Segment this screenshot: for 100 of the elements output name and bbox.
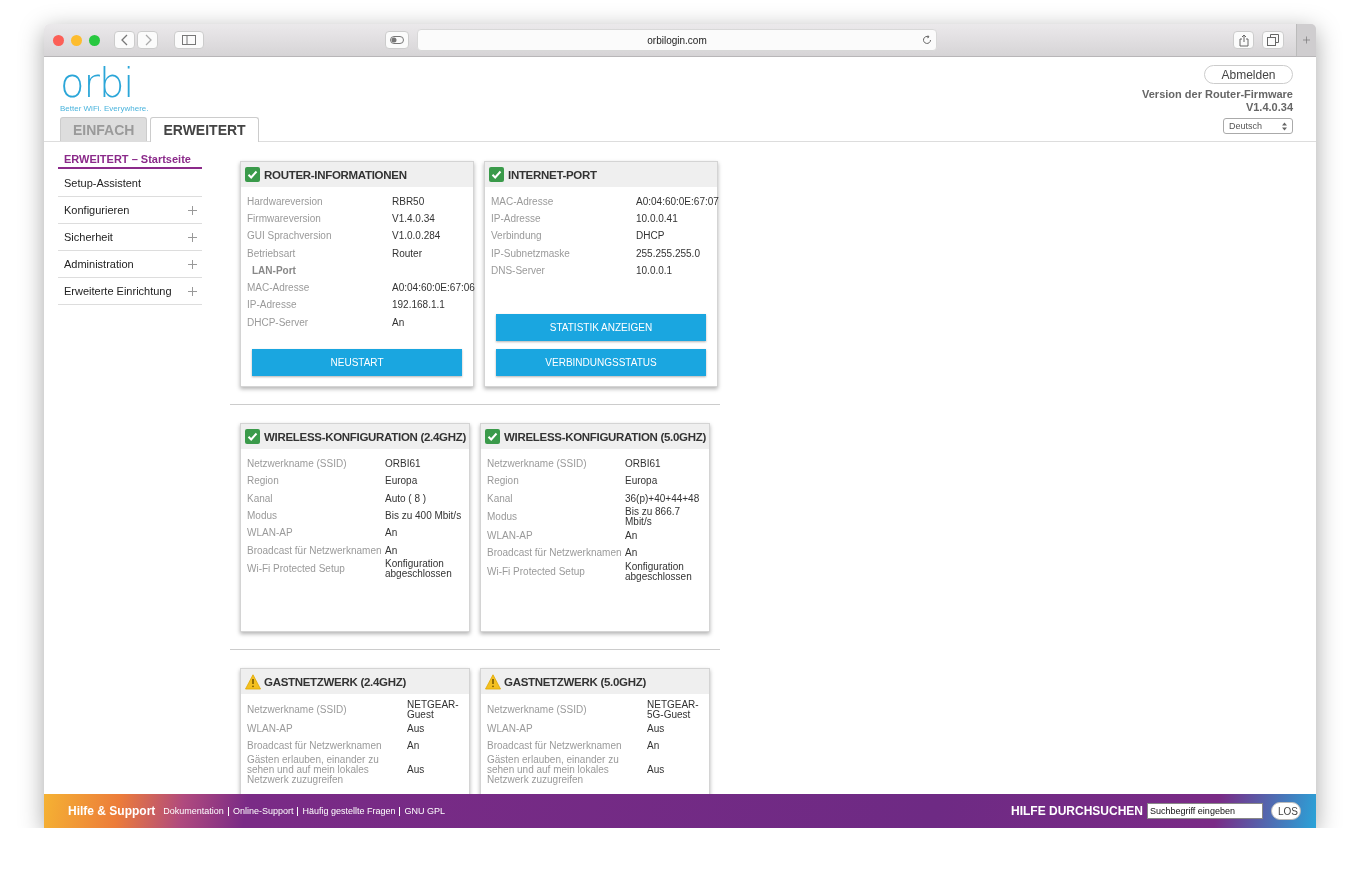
footer-link[interactable]: Online-Support <box>232 806 294 816</box>
footer-link[interactable]: Häufig gestellte Fragen <box>302 806 396 816</box>
chevron-right-icon <box>143 34 152 46</box>
stepper-arrows-icon <box>1282 121 1287 131</box>
tabs-button[interactable] <box>1262 31 1284 49</box>
reload-icon[interactable] <box>922 35 932 45</box>
sidebar-item[interactable]: Konfigurieren <box>58 197 202 224</box>
field-label: MAC-Adresse <box>247 283 311 294</box>
expand-icon[interactable] <box>188 286 197 296</box>
expand-icon[interactable] <box>188 259 197 269</box>
search-label: HILFE DURCHSUCHEN <box>1011 804 1143 818</box>
back-button[interactable] <box>114 31 135 49</box>
field-value: A0:04:60:0E:67:06 <box>392 283 475 294</box>
tab[interactable]: ERWEITERT <box>150 117 259 142</box>
field-value: RBR50 <box>392 196 425 207</box>
footer-link[interactable]: Dokumentation <box>163 806 224 816</box>
card-title: ROUTER-INFORMATIONEN <box>264 168 407 181</box>
field-value: Konfiguration abgeschlossen <box>625 561 693 582</box>
firmware-label: Version der Router-Firmware <box>1142 88 1293 101</box>
field-label: WLAN-AP <box>247 528 294 539</box>
language-select[interactable]: Deutsch <box>1223 118 1293 134</box>
field-value: 10.0.0.1 <box>636 265 673 276</box>
field-label: WLAN-AP <box>487 724 534 734</box>
field-value: An <box>385 545 398 556</box>
field-value: Aus <box>407 764 425 775</box>
field-label: Firmwareversion <box>247 213 322 224</box>
field-value: Router <box>392 248 422 259</box>
field-label: Netzwerkname (SSID) <box>487 705 588 716</box>
field-label: Broadcast für Netzwerknamen <box>487 548 623 559</box>
footer-link[interactable]: GNU GPL <box>404 806 445 816</box>
footer-title: Hilfe & Support <box>68 804 156 818</box>
sidebar-icon <box>182 35 196 45</box>
share-button[interactable] <box>1233 31 1254 49</box>
field-value: Aus <box>407 724 425 734</box>
field-label: IP-Subnetzmaske <box>491 248 571 259</box>
field-label: Broadcast für Netzwerknamen <box>487 741 623 752</box>
field-value: An <box>385 528 398 539</box>
field-value: 10.0.0.41 <box>636 213 678 224</box>
field-value: Bis zu 400 Mbit/s <box>385 510 462 521</box>
field-label: Modus <box>247 510 278 521</box>
field-label: Gästen erlauben, einander zu sehen und auf mein lokales Netzwerk zuzugreifen <box>487 754 620 785</box>
sidebar-item[interactable]: ERWEITERT – Startseite <box>58 149 202 169</box>
logo: orbi <box>60 64 135 102</box>
forward-button[interactable] <box>137 31 158 49</box>
field-label: Gästen erlauben, einander zu sehen und auf mein lokales Netzwerk zuzugreifen <box>247 754 380 785</box>
field-value: Europa <box>385 476 418 487</box>
field-label: Kanal <box>487 493 514 504</box>
sidebar-item[interactable]: Setup-Assistent <box>58 170 202 197</box>
search-field[interactable]: Suchbegriff eingeben <box>1147 803 1263 819</box>
sidebar-button[interactable] <box>174 31 204 49</box>
field-label: Netzwerkname (SSID) <box>487 459 588 469</box>
field-label: WLAN-AP <box>247 724 294 734</box>
field-value: ORBI61 <box>385 459 421 469</box>
field-label: Modus <box>487 512 518 523</box>
field-label: Kanal <box>247 493 274 504</box>
field-label: Wi-Fi Protected Setup <box>247 564 346 575</box>
tagline: Better WiFi. Everywhere. <box>60 104 150 113</box>
tabs-icon <box>1267 34 1279 46</box>
field-label: GUI Sprachversion <box>247 231 333 242</box>
share-icon <box>1238 33 1249 47</box>
sidebar-item[interactable]: Erweiterte Einrichtung <box>58 278 202 305</box>
field-value: An <box>647 741 660 752</box>
field-value: Konfiguration abgeschlossen <box>385 559 453 580</box>
field-value: 255.255.255.0 <box>636 248 700 259</box>
field-label: Netzwerkname (SSID) <box>247 705 348 716</box>
field-label: IP-Adresse <box>491 213 542 224</box>
field-value: Europa <box>625 476 658 487</box>
field-label: IP-Adresse <box>247 300 298 311</box>
field-value: V1.0.0.284 <box>392 231 441 242</box>
field-value: An <box>625 548 638 559</box>
field-label: Betriebsart <box>247 248 297 259</box>
field-label: Broadcast für Netzwerknamen <box>247 741 383 752</box>
sidebar-item[interactable]: Administration <box>58 251 202 278</box>
logout-button[interactable]: Abmelden <box>1204 65 1293 84</box>
field-label: Region <box>487 476 520 487</box>
firmware-version: V1.4.0.34 <box>1245 101 1293 114</box>
zoom-icon[interactable] <box>89 34 100 46</box>
field-value: NETGEAR-5G-Guest <box>647 700 700 721</box>
field-value: A0:04:60:0E:67:07 <box>636 196 719 207</box>
field-value: An <box>625 530 638 541</box>
expand-icon[interactable] <box>188 232 197 242</box>
field-label: Netzwerkname (SSID) <box>247 459 348 469</box>
chevron-left-icon <box>120 34 129 46</box>
close-icon[interactable] <box>53 34 64 46</box>
field-label: DHCP-Server <box>247 317 310 328</box>
address-bar[interactable]: orbilogin.com <box>417 29 937 51</box>
sidebar-item[interactable]: Sicherheit <box>58 224 202 251</box>
search-button[interactable]: LOS <box>1271 802 1301 820</box>
field-value: Aus <box>647 724 665 734</box>
field-value: DHCP <box>636 231 665 242</box>
field-label: Wi-Fi Protected Setup <box>487 566 586 577</box>
field-value: Auto ( 8 ) <box>385 493 427 504</box>
field-value: 36(p)+40+44+48 <box>625 493 700 504</box>
field-value: Bis zu 866.7 Mbit/s <box>625 507 682 528</box>
expand-icon[interactable] <box>188 205 197 215</box>
field-label: WLAN-AP <box>487 530 534 541</box>
reader-button[interactable] <box>385 31 409 49</box>
url-text: orbilogin.com <box>647 34 707 46</box>
card-title: WIRELESS-KONFIGURATION (2.4GHZ) <box>264 430 466 443</box>
field-value: NETGEAR-Guest <box>407 700 460 721</box>
